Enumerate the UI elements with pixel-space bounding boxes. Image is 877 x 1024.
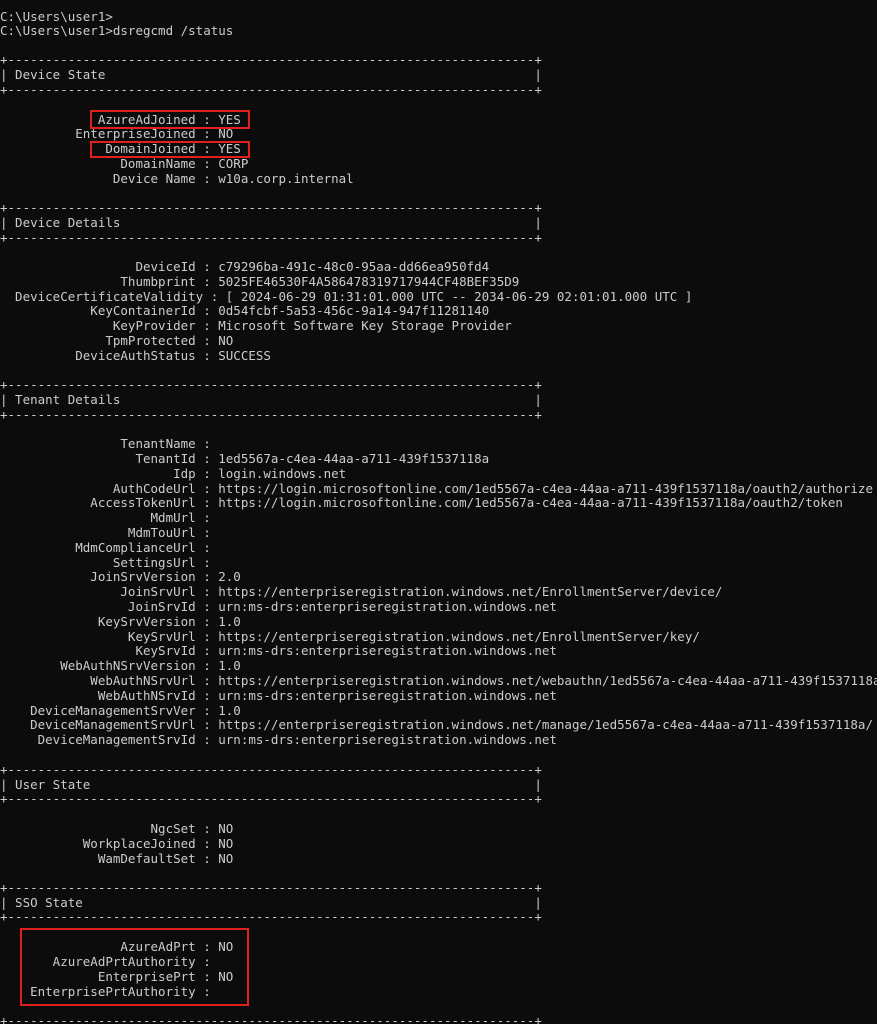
status-row: TenantName :: [0, 436, 219, 451]
status-row: MdmTouUrl :: [0, 525, 219, 540]
status-row: DeviceManagementSrvId : urn:ms-drs:enter…: [0, 732, 557, 747]
status-row: DeviceAuthStatus : SUCCESS: [0, 348, 271, 363]
status-row: WebAuthNSrvId : urn:ms-drs:enterprisereg…: [0, 688, 557, 703]
section-title-device-details: | Device Details |: [0, 215, 542, 230]
status-row: KeySrvId : urn:ms-drs:enterpriseregistra…: [0, 643, 557, 658]
status-row: WebAuthNSrvUrl : https://enterpriseregis…: [0, 673, 877, 688]
status-row: DomainName : CORP: [0, 156, 249, 171]
status-row: AzureAdPrt : NO: [0, 939, 234, 954]
section-border-top: +---------------------------------------…: [0, 880, 542, 895]
status-row: JoinSrvVersion : 2.0: [0, 569, 241, 584]
section-border-bottom: +---------------------------------------…: [0, 407, 542, 422]
status-row: Idp : login.windows.net: [0, 466, 347, 481]
section-border-top: +---------------------------------------…: [0, 762, 542, 777]
section-border-bottom: +---------------------------------------…: [0, 230, 542, 245]
section-border-top: +---------------------------------------…: [0, 377, 542, 392]
status-row: JoinSrvUrl : https://enterpriseregistrat…: [0, 584, 723, 599]
command-line: C:\Users\user1>dsregcmd /status: [0, 23, 234, 38]
terminal-window[interactable]: C:\Users\user1> C:\Users\user1>dsregcmd …: [0, 0, 877, 1024]
status-row: DeviceManagementSrvUrl : https://enterpr…: [0, 717, 873, 732]
section-border-top: +---------------------------------------…: [0, 200, 542, 215]
status-row: EnterpriseJoined : NO: [0, 126, 234, 141]
section-border-bottom: +---------------------------------------…: [0, 82, 542, 97]
status-row: KeyProvider : Microsoft Software Key Sto…: [0, 318, 512, 333]
status-row: WamDefaultSet : NO: [0, 851, 234, 866]
status-row: NgcSet : NO: [0, 821, 234, 836]
status-row: JoinSrvId : urn:ms-drs:enterpriseregistr…: [0, 599, 557, 614]
section-border-top: +---------------------------------------…: [0, 52, 542, 67]
status-row: Device Name : w10a.corp.internal: [0, 171, 354, 186]
status-row: MdmComplianceUrl :: [0, 540, 219, 555]
status-row: DeviceId : c79296ba-491c-48c0-95aa-dd66e…: [0, 259, 490, 274]
section-title-device-state: | Device State |: [0, 67, 542, 82]
status-row: Thumbprint : 5025FE46530F4A5864783197179…: [0, 274, 520, 289]
status-row: EnterprisePrt : NO: [0, 969, 234, 984]
section-title-tenant-details: | Tenant Details |: [0, 392, 542, 407]
status-row: DomainJoined : YES: [0, 141, 241, 156]
status-row: AccessTokenUrl : https://login.microsoft…: [0, 495, 843, 510]
section-border-bottom: +---------------------------------------…: [0, 791, 542, 806]
section-border-top: +---------------------------------------…: [0, 1013, 542, 1024]
status-row: TpmProtected : NO: [0, 333, 234, 348]
section-border-bottom: +---------------------------------------…: [0, 909, 542, 924]
status-row: KeySrvVersion : 1.0: [0, 614, 241, 629]
status-row: EnterprisePrtAuthority :: [0, 984, 219, 999]
status-row: MdmUrl :: [0, 510, 219, 525]
status-row: TenantId : 1ed5567a-c4ea-44aa-a711-439f1…: [0, 451, 490, 466]
status-row: AzureAdPrtAuthority :: [0, 954, 219, 969]
status-row: WorkplaceJoined : NO: [0, 836, 234, 851]
status-row: KeyContainerId : 0d54fcbf-5a53-456c-9a14…: [0, 303, 490, 318]
status-row: WebAuthNSrvVersion : 1.0: [0, 658, 241, 673]
